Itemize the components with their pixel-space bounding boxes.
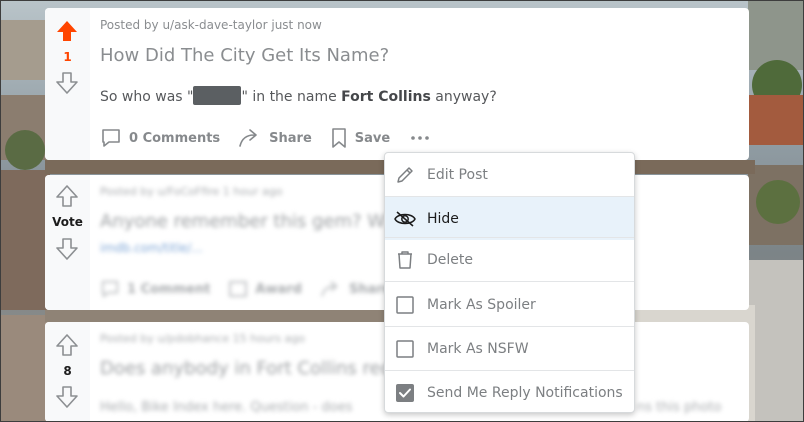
more-options-button[interactable] bbox=[410, 133, 437, 143]
post-card: 1 Posted by u/ask-dave-taylor just now H… bbox=[45, 8, 749, 160]
downvote-arrow-icon[interactable] bbox=[56, 386, 78, 408]
vote-column: 8 bbox=[45, 322, 90, 422]
redacted-block bbox=[193, 86, 242, 105]
share-arrow-icon bbox=[239, 129, 257, 147]
menu-item-mark-spoiler[interactable]: Mark As Spoiler bbox=[385, 283, 634, 326]
menu-item-label: Mark As NSFW bbox=[427, 340, 529, 357]
post-body: Hello, Bike Index here. Question - does bbox=[100, 400, 353, 415]
share-button[interactable]: Share bbox=[320, 279, 392, 299]
menu-divider bbox=[385, 281, 634, 282]
menu-item-label: Send Me Reply Notifications bbox=[427, 384, 623, 401]
post-meta: Posted by u/pdobhance 15 hours ago bbox=[100, 332, 305, 345]
post-body-tail: ns this photo bbox=[637, 400, 722, 415]
comments-button[interactable]: 1 Comment bbox=[100, 279, 210, 299]
more-dots-icon bbox=[411, 136, 430, 140]
menu-item-hide[interactable]: Hide bbox=[385, 197, 634, 240]
menu-item-delete[interactable]: Delete bbox=[385, 238, 634, 281]
vote-count: 1 bbox=[63, 50, 72, 64]
share-arrow-icon bbox=[321, 281, 338, 297]
comment-icon bbox=[102, 129, 120, 147]
vote-label: Vote bbox=[52, 215, 83, 229]
post-options-menu: Edit Post Hide Delete Mark As Spoiler Ma… bbox=[384, 152, 635, 413]
post-body-bold: Fort Collins bbox=[341, 89, 431, 105]
post-body-text: anyway? bbox=[430, 89, 497, 105]
checkbox-empty-icon[interactable] bbox=[385, 295, 425, 315]
checkbox-empty-icon[interactable] bbox=[385, 339, 425, 359]
menu-item-label: Hide bbox=[427, 210, 459, 227]
menu-item-mark-nsfw[interactable]: Mark As NSFW bbox=[385, 327, 634, 370]
post-meta: Posted by u/FoCoFfire 1 hour ago bbox=[100, 185, 283, 198]
post-title[interactable]: Does anybody in Fort Collins rec bbox=[100, 358, 390, 379]
post-title[interactable]: Anyone remember this gem? W bbox=[100, 211, 385, 232]
share-button[interactable]: Share bbox=[238, 127, 312, 149]
post-title[interactable]: How Did The City Get Its Name? bbox=[100, 45, 389, 66]
post-body-text: " in the name bbox=[241, 89, 342, 105]
award-button[interactable]: Award bbox=[228, 279, 302, 299]
comments-label: 1 Comment bbox=[127, 281, 211, 297]
save-label: Save bbox=[354, 130, 391, 146]
post-body: So who was " " in the name Fort Collins a… bbox=[100, 86, 497, 105]
upvote-arrow-icon[interactable] bbox=[56, 20, 78, 42]
upvote-arrow-icon[interactable] bbox=[56, 185, 78, 207]
menu-item-label: Edit Post bbox=[427, 166, 488, 183]
post-actions: 0 Comments Share Save bbox=[100, 126, 455, 150]
comments-label: 0 Comments bbox=[129, 130, 221, 146]
checkbox-checked-icon[interactable] bbox=[385, 383, 425, 403]
award-label: Award bbox=[255, 281, 302, 297]
post-body-text: So who was " bbox=[100, 89, 194, 105]
vote-column: Vote bbox=[45, 175, 90, 310]
comment-icon bbox=[102, 281, 118, 298]
menu-item-reply-notifications[interactable]: Send Me Reply Notifications bbox=[385, 371, 634, 412]
comments-button[interactable]: 0 Comments bbox=[100, 127, 220, 149]
downvote-arrow-icon[interactable] bbox=[56, 72, 78, 94]
downvote-arrow-icon[interactable] bbox=[56, 238, 78, 260]
trash-icon bbox=[385, 249, 425, 271]
post-meta: Posted by u/ask-dave-taylor just now bbox=[100, 18, 322, 32]
save-button[interactable]: Save bbox=[330, 127, 390, 149]
share-label: Share bbox=[269, 130, 312, 146]
vote-column: 1 bbox=[45, 8, 90, 160]
vote-count: 8 bbox=[63, 364, 72, 378]
award-icon bbox=[229, 281, 248, 297]
pencil-icon bbox=[385, 164, 425, 186]
post-link[interactable]: imdb.com/title/... bbox=[100, 241, 203, 255]
upvote-arrow-icon[interactable] bbox=[56, 334, 78, 356]
menu-item-edit-post[interactable]: Edit Post bbox=[385, 153, 634, 196]
eye-slash-icon bbox=[385, 208, 425, 230]
menu-item-label: Delete bbox=[427, 251, 473, 268]
menu-item-label: Mark As Spoiler bbox=[427, 296, 536, 313]
bookmark-icon bbox=[331, 128, 346, 148]
post-actions: 1 Comment Award Share bbox=[100, 277, 410, 301]
